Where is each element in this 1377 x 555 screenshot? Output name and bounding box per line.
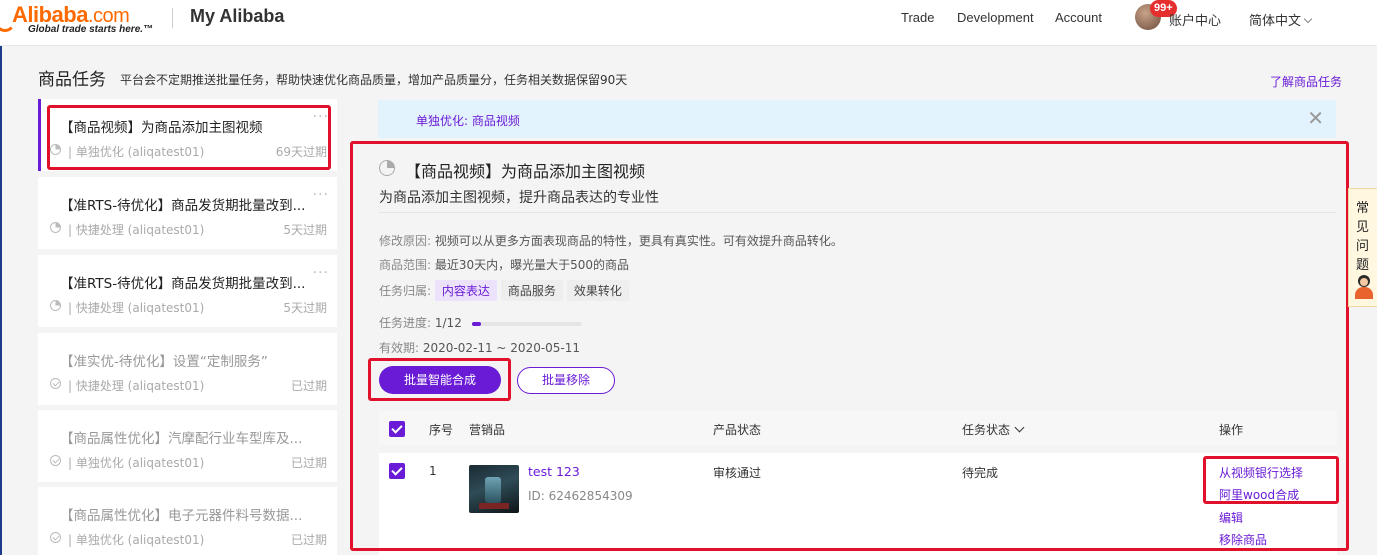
task-card[interactable]: 【商品属性优化】电子元器件料号数据... | 单独优化 (aliqatest01… — [38, 487, 337, 555]
check-icon — [50, 378, 61, 389]
nav-trade[interactable]: Trade — [901, 10, 934, 25]
highlight-box-batch-button — [368, 358, 511, 401]
more-icon[interactable]: ··· — [313, 265, 329, 281]
faq-side-tab[interactable]: 常见问题 — [1348, 188, 1377, 307]
highlight-box-actions — [1203, 456, 1339, 504]
top-header: Alibaba.com Global trade starts here.™ M… — [0, 0, 1377, 46]
alibaba-logo[interactable]: Alibaba.com Global trade starts here.™ — [0, 2, 165, 42]
task-due: 5天过期 — [283, 301, 327, 315]
task-meta: | 单独优化 (aliqatest01) — [68, 533, 205, 547]
task-meta: | 快捷处理 (aliqatest01) — [68, 379, 205, 393]
language-selector[interactable]: 简体中文 — [1249, 10, 1313, 29]
task-meta: | 快捷处理 (aliqatest01) — [68, 301, 205, 315]
info-bar-text: 单独优化: 商品视频 — [416, 114, 520, 128]
task-meta: | 快捷处理 (aliqatest01) — [68, 223, 205, 237]
page-title: 商品任务 — [38, 70, 106, 90]
task-title: 【准RTS-待优化】商品发货期批量改到... — [60, 198, 306, 214]
task-card[interactable]: 【准RTS-待优化】商品发货期批量改到... ··· | 快捷处理 (aliqa… — [38, 177, 337, 249]
task-due: 已过期 — [290, 456, 327, 470]
logo-tagline: Global trade starts here.™ — [28, 24, 154, 35]
nav-account[interactable]: Account — [1055, 10, 1102, 25]
check-icon — [50, 455, 61, 466]
account-center-link[interactable]: 账户中心 — [1169, 10, 1221, 29]
more-icon[interactable]: ··· — [313, 187, 329, 203]
highlight-box-detail — [350, 141, 1349, 551]
task-title: 【商品属性优化】汽摩配行业车型库及... — [60, 431, 303, 447]
left-edge-border — [0, 46, 3, 555]
header-divider — [172, 8, 173, 28]
support-agent-icon — [1353, 275, 1375, 299]
task-card[interactable]: 【准实优-待优化】设置“定制服务” | 快捷处理 (aliqatest01) 已… — [38, 333, 337, 405]
task-title: 【准RTS-待优化】商品发货期批量改到... — [60, 276, 306, 292]
task-title: 【商品属性优化】电子元器件料号数据... — [60, 508, 303, 524]
task-due: 5天过期 — [283, 223, 327, 237]
page-description: 平台会不定期推送批量任务，帮助快速优化商品质量，增加产品质量分，任务相关数据保留… — [120, 73, 628, 87]
task-due: 已过期 — [290, 533, 327, 547]
faq-label: 常见问题 — [1356, 201, 1370, 273]
language-label: 简体中文 — [1249, 13, 1302, 28]
pie-icon — [50, 300, 61, 311]
task-due: 已过期 — [290, 379, 327, 393]
task-card[interactable]: 【商品属性优化】汽摩配行业车型库及... | 单独优化 (aliqatest01… — [38, 410, 337, 482]
task-title: 【准实优-待优化】设置“定制服务” — [60, 354, 268, 370]
task-card[interactable]: 【准RTS-待优化】商品发货期批量改到... ··· | 快捷处理 (aliqa… — [38, 255, 337, 327]
task-meta: | 单独优化 (aliqatest01) — [68, 456, 205, 470]
learn-tasks-link[interactable]: 了解商品任务 — [1270, 73, 1342, 90]
pie-icon — [50, 222, 61, 233]
chevron-down-icon — [1303, 14, 1313, 24]
nav-development[interactable]: Development — [957, 10, 1034, 25]
info-bar: 单独优化: 商品视频 ✕ — [378, 100, 1336, 138]
highlight-box-task — [47, 105, 331, 170]
portal-title[interactable]: My Alibaba — [190, 6, 284, 27]
close-icon[interactable]: ✕ — [1307, 106, 1324, 130]
check-icon — [50, 532, 61, 543]
